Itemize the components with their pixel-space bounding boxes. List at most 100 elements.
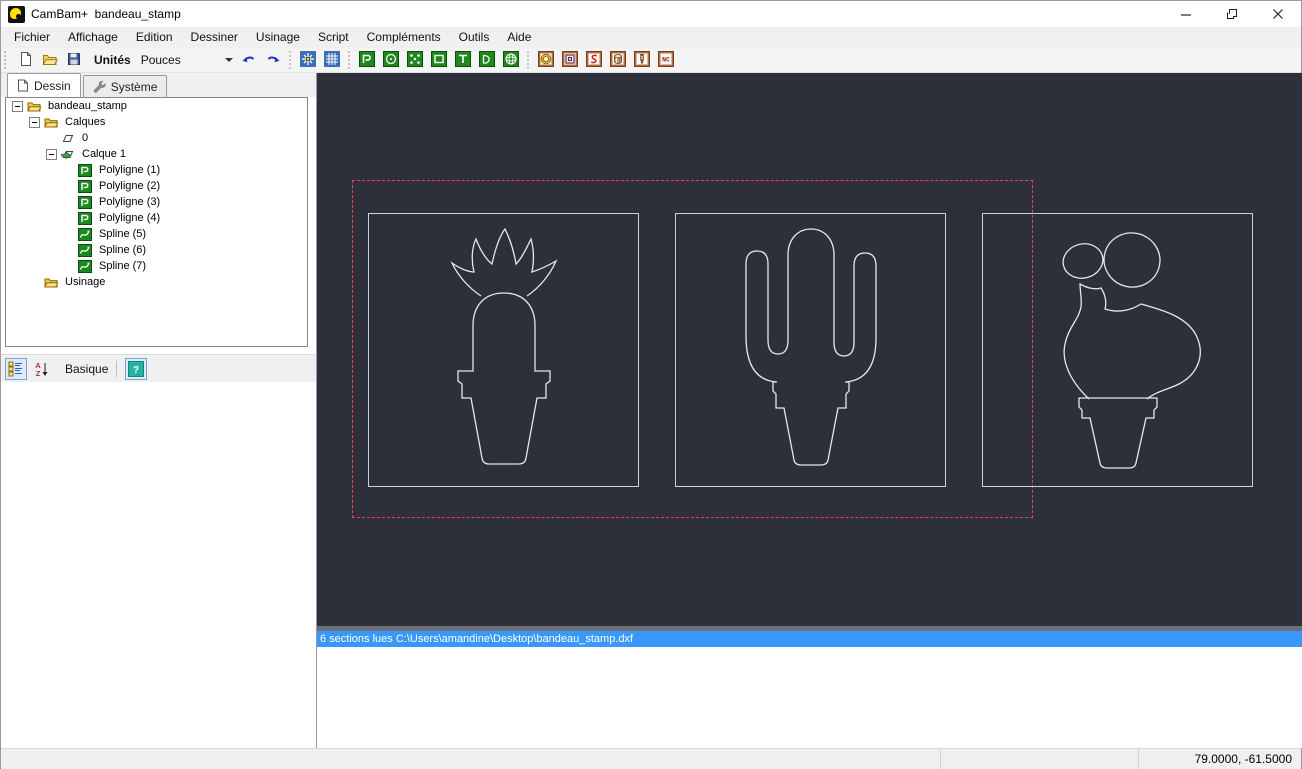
tree-item-label: Usinage [65, 276, 106, 288]
tree-item-polyligne-1-[interactable]: Polyligne (1) [6, 162, 307, 178]
window-title: CamBam+ bandeau_stamp [31, 7, 181, 21]
svg-text:Z: Z [36, 369, 41, 377]
tab-label: Système [110, 79, 158, 94]
properties-view-label: Basique [65, 361, 109, 376]
tree-item-spline-5-[interactable]: Spline (5) [6, 226, 307, 242]
file-toolbar-group [14, 48, 86, 72]
drawing-frame-1[interactable] [368, 213, 639, 487]
draw-toolbar-group [355, 48, 523, 72]
app-window: CamBam+ bandeau_stamp Fichier Affichage Ed… [0, 0, 1302, 769]
close-icon[interactable] [1255, 1, 1301, 27]
tree-item-calques[interactable]: Calques [6, 114, 307, 130]
status-bar: 79.0000, -61.5000 [1, 748, 1301, 769]
tab-systeme[interactable]: Système [82, 75, 168, 97]
menu-item-aide[interactable]: Aide [498, 27, 540, 47]
redo-icon[interactable] [262, 48, 284, 70]
tree-item-label: Calque 1 [82, 148, 127, 160]
undo-icon[interactable] [238, 48, 260, 70]
pocket-op-icon[interactable] [559, 48, 581, 70]
polyline-icon[interactable] [356, 48, 378, 70]
toolbar-separator [526, 51, 530, 69]
tree-item-spline-6-[interactable]: Spline (6) [6, 242, 307, 258]
tree-item-calque-1[interactable]: Calque 1 [6, 146, 307, 162]
cactus-saguaro-outline[interactable] [676, 214, 948, 488]
page-icon [17, 79, 29, 92]
arc-icon[interactable] [476, 48, 498, 70]
save-icon[interactable] [63, 48, 85, 70]
units-combobox[interactable]: Pouces [136, 50, 237, 70]
categorized-view-icon[interactable] [5, 357, 27, 380]
cactus-columnar-outline[interactable] [369, 214, 640, 488]
menu-item-complements[interactable]: Compléments [358, 27, 450, 47]
menu-item-edition[interactable]: Edition [127, 27, 182, 47]
drawing-frame-2[interactable] [675, 213, 946, 487]
snap-points-icon[interactable] [297, 48, 319, 70]
new-file-icon[interactable] [15, 48, 37, 70]
polyline-obj-icon [78, 179, 92, 193]
tree-item-0[interactable]: 0 [6, 130, 307, 146]
alphabetical-sort-icon[interactable]: AZ [31, 358, 53, 380]
drawing-canvas[interactable] [316, 73, 1302, 626]
menu-item-dessiner[interactable]: Dessiner [182, 27, 247, 47]
main-toolbar: Unités Pouces NC [1, 48, 1301, 73]
open-folder-icon[interactable] [39, 48, 61, 70]
units-value: Pouces [140, 53, 181, 67]
collapse-icon[interactable] [46, 148, 57, 160]
text-icon[interactable] [452, 48, 474, 70]
menu-item-affichage[interactable]: Affichage [59, 27, 127, 47]
polyline-obj-icon [78, 163, 92, 177]
left-panel: Dessin Système bandeau_stamp Calques 0 Calq… [1, 73, 316, 748]
circle-icon[interactable] [380, 48, 402, 70]
tree-item-bandeau_stamp[interactable]: bandeau_stamp [6, 98, 307, 114]
menu-item-usinage[interactable]: Usinage [247, 27, 309, 47]
separator [116, 360, 118, 377]
drawing-tree: bandeau_stamp Calques 0 Calque 1 Polyligne (… [5, 97, 308, 347]
chevron-down-icon [224, 58, 233, 62]
spline-obj-icon [78, 243, 92, 257]
collapse-icon[interactable] [12, 100, 23, 112]
menu-item-script[interactable]: Script [309, 27, 358, 47]
message-log: 6 sections lues C:\Users\amandine\Deskto… [316, 631, 1302, 748]
title-bar: CamBam+ bandeau_stamp [1, 1, 1301, 27]
tab-label: Dessin [34, 78, 71, 93]
help-icon[interactable]: ? [125, 357, 148, 380]
toolbar-separator [288, 51, 292, 69]
profile3d-op-icon[interactable] [631, 48, 653, 70]
sidebar-tabstrip: Dessin Système [1, 73, 316, 97]
collapse-icon[interactable] [29, 116, 40, 128]
surface-icon[interactable] [500, 48, 522, 70]
tree-item-polyligne-2-[interactable]: Polyligne (2) [6, 178, 307, 194]
points-icon[interactable] [404, 48, 426, 70]
tree-item-label: Polyligne (1) [99, 164, 161, 176]
svg-text:NC: NC [662, 57, 670, 64]
polyline-obj-icon [78, 211, 92, 225]
toolbar-separator [347, 51, 351, 69]
rectangle-icon[interactable] [428, 48, 450, 70]
tree-item-polyligne-4-[interactable]: Polyligne (4) [6, 210, 307, 226]
layer-active-icon [61, 148, 75, 161]
tree-item-polyligne-3-[interactable]: Polyligne (3) [6, 194, 307, 210]
engrave-op-icon[interactable] [583, 48, 605, 70]
minimize-icon[interactable] [1163, 1, 1209, 27]
gcode-op-icon[interactable]: NC [655, 48, 677, 70]
menu-item-fichier[interactable]: Fichier [5, 27, 59, 47]
tree-item-spline-7-[interactable]: Spline (7) [6, 258, 307, 274]
grid-icon[interactable] [321, 48, 343, 70]
units-label: Unités [94, 53, 131, 67]
drawing-frame-3[interactable] [982, 213, 1253, 487]
svg-text:?: ? [133, 365, 139, 376]
properties-toolbar: AZ Basique ? [1, 354, 316, 382]
tab-dessin[interactable]: Dessin [7, 73, 81, 97]
log-row[interactable]: 6 sections lues C:\Users\amandine\Deskto… [317, 631, 1302, 647]
cactus-prickly-pear-outline[interactable] [983, 214, 1254, 488]
tree-item-usinage[interactable]: Usinage [6, 274, 307, 290]
undo-redo-group [237, 48, 285, 72]
maximize-icon[interactable] [1209, 1, 1255, 27]
window-controls [1163, 1, 1301, 27]
tree-item-label: Calques [65, 116, 106, 128]
tree-item-label: Polyligne (3) [99, 196, 161, 208]
drill-op-icon[interactable] [607, 48, 629, 70]
profile-op-icon[interactable] [535, 48, 557, 70]
menu-item-outils[interactable]: Outils [450, 27, 499, 47]
spline-obj-icon [78, 227, 92, 241]
